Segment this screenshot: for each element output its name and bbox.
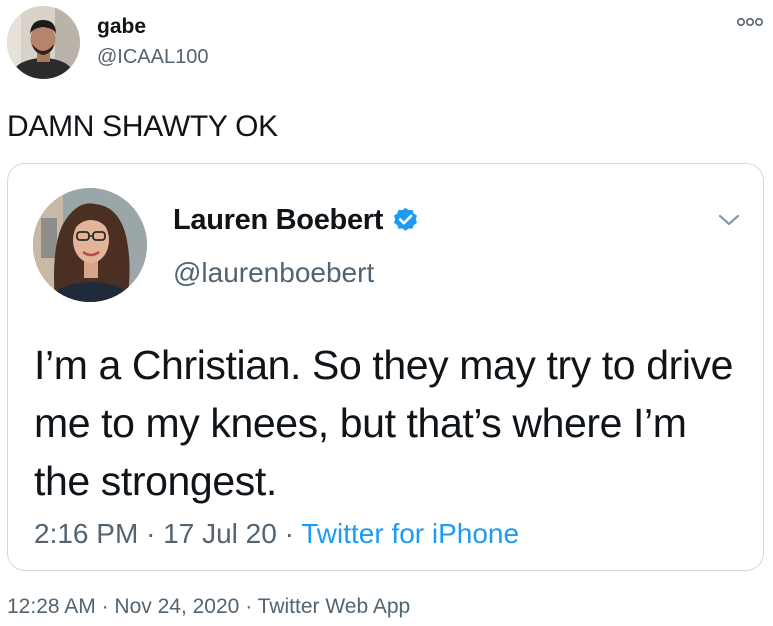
quoted-author-avatar-image <box>33 188 147 302</box>
chevron-down-icon <box>718 214 740 226</box>
quoted-author-avatar[interactable] <box>33 188 147 302</box>
tweet-meta: 12:28 AM · Nov 24, 2020 · Twitter Web Ap… <box>7 595 410 619</box>
quoted-tweet-meta: 2:16 PM · 17 Jul 20 · Twitter for iPhone <box>34 518 519 550</box>
quoted-tweet-text: I’m a Christian. So they may try to driv… <box>34 342 734 504</box>
meta-separator: · <box>146 518 156 549</box>
quoted-tweet-time[interactable]: 2:16 PM <box>34 518 138 549</box>
meta-separator: · <box>284 518 294 549</box>
meta-separator: · <box>245 595 253 618</box>
tweet-source[interactable]: Twitter Web App <box>258 595 411 618</box>
meta-separator: · <box>101 595 109 618</box>
verified-badge-icon <box>394 207 418 231</box>
author-avatar[interactable] <box>7 6 80 79</box>
quoted-tweet-date[interactable]: 17 Jul 20 <box>163 518 277 549</box>
quoted-author-row[interactable]: Lauren Boebert <box>173 204 420 237</box>
quoted-author-name[interactable]: Lauren Boebert <box>173 204 383 237</box>
tweet-text: DAMN SHAWTY OK <box>7 110 278 143</box>
tweet-date[interactable]: Nov 24, 2020 <box>114 595 239 618</box>
quoted-tweet-menu-button[interactable] <box>715 206 743 234</box>
quoted-author-handle[interactable]: @laurenboebert <box>173 257 374 289</box>
more-options-button[interactable] <box>734 10 766 32</box>
quoted-tweet-source-link[interactable]: Twitter for iPhone <box>301 518 519 549</box>
more-options-icon <box>736 18 763 27</box>
author-handle[interactable]: @ICAAL100 <box>97 46 208 69</box>
tweet-time[interactable]: 12:28 AM <box>7 595 96 618</box>
author-avatar-image <box>7 6 80 79</box>
quoted-tweet-card[interactable]: Lauren Boebert @laurenboebert I’m a Chri… <box>7 163 764 571</box>
author-name[interactable]: gabe <box>97 15 146 39</box>
